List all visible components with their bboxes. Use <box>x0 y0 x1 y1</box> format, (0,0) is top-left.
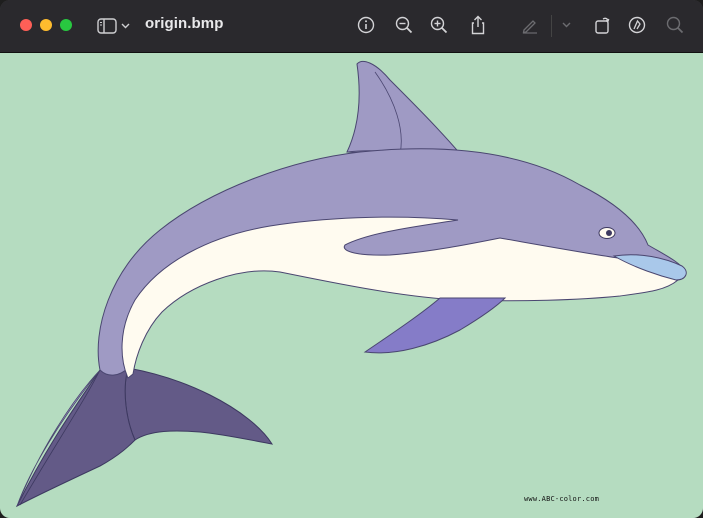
highlight-options-button[interactable] <box>555 14 577 36</box>
markup-pen-icon <box>521 16 539 34</box>
tail-fluke-lower <box>15 367 136 508</box>
pectoral-fin <box>363 297 507 354</box>
dolphin-image <box>15 60 687 508</box>
sidebar-icon <box>97 18 117 34</box>
toolbar-divider <box>551 15 552 37</box>
window-title: origin.bmp <box>145 15 224 32</box>
sidebar-toggle-button[interactable] <box>97 16 133 36</box>
markup-button[interactable] <box>626 14 648 36</box>
image-canvas[interactable]: www.ABC-color.com <box>0 53 703 518</box>
chevron-down-icon <box>121 23 130 29</box>
close-button[interactable] <box>20 19 32 31</box>
search-button[interactable] <box>664 14 686 36</box>
zoom-out-icon <box>395 16 413 34</box>
dorsal-fin <box>346 60 464 157</box>
zoom-out-button[interactable] <box>393 14 415 36</box>
tail-fluke-dark <box>124 367 274 445</box>
chevron-down-icon <box>562 22 571 28</box>
zoom-in-icon <box>430 16 448 34</box>
search-icon <box>666 16 684 34</box>
info-icon <box>357 16 375 34</box>
preview-window: origin.bmp www.ABC-color.com <box>0 0 703 518</box>
info-button[interactable] <box>355 14 377 36</box>
rotate-icon <box>593 15 611 35</box>
minimize-button[interactable] <box>40 19 52 31</box>
highlight-button[interactable] <box>519 14 541 36</box>
share-button[interactable] <box>467 14 489 36</box>
share-icon <box>469 15 487 35</box>
watermark-text: www.ABC-color.com <box>524 495 600 503</box>
zoom-in-button[interactable] <box>428 14 450 36</box>
markup-icon <box>628 16 646 34</box>
title-bar: origin.bmp <box>0 0 703 53</box>
zoom-button[interactable] <box>60 19 72 31</box>
rotate-button[interactable] <box>591 14 613 36</box>
